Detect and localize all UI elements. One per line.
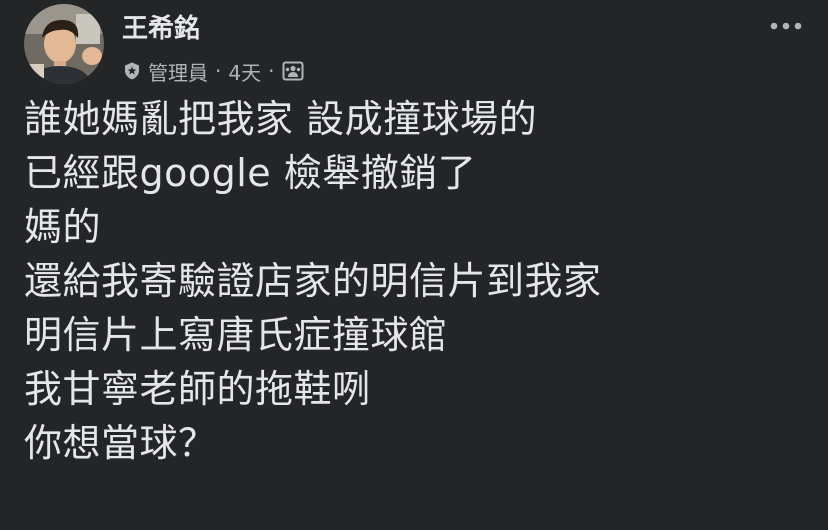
avatar-photo xyxy=(24,4,104,84)
message-line: 我甘寧老師的拖鞋咧 xyxy=(24,367,371,411)
admin-shield-icon xyxy=(122,61,142,81)
author-role: 管理員 xyxy=(148,60,208,85)
post-meta: 管理員 · 4天 · xyxy=(122,56,304,86)
more-options-button[interactable] xyxy=(766,8,806,44)
message-line: 已經跟google 檢舉撤銷了 xyxy=(24,151,477,195)
post-message: 誰她媽亂把我家 設成撞球場的 已經跟google 檢舉撤銷了 媽的 還給我寄驗證… xyxy=(24,92,814,470)
more-options-icon xyxy=(770,22,802,30)
message-line: 還給我寄驗證店家的明信片到我家 xyxy=(24,259,602,303)
message-line: 明信片上寫唐氏症撞球館 xyxy=(24,313,448,357)
message-line: 媽的 xyxy=(24,205,102,249)
message-line: 誰她媽亂把我家 設成撞球場的 xyxy=(24,97,538,141)
message-line: 你想當球？ xyxy=(24,421,217,465)
author-avatar[interactable] xyxy=(24,4,104,84)
author-name[interactable]: 王希銘 xyxy=(122,12,200,46)
meta-separator: · xyxy=(268,59,275,83)
audience-group-icon[interactable] xyxy=(282,60,304,82)
meta-separator: · xyxy=(215,59,222,83)
post-card: 王希銘 管理員 · 4天 · 誰她媽亂把我家 設成撞球場的 已經跟google … xyxy=(0,0,828,530)
post-timestamp[interactable]: 4天 xyxy=(228,57,261,86)
